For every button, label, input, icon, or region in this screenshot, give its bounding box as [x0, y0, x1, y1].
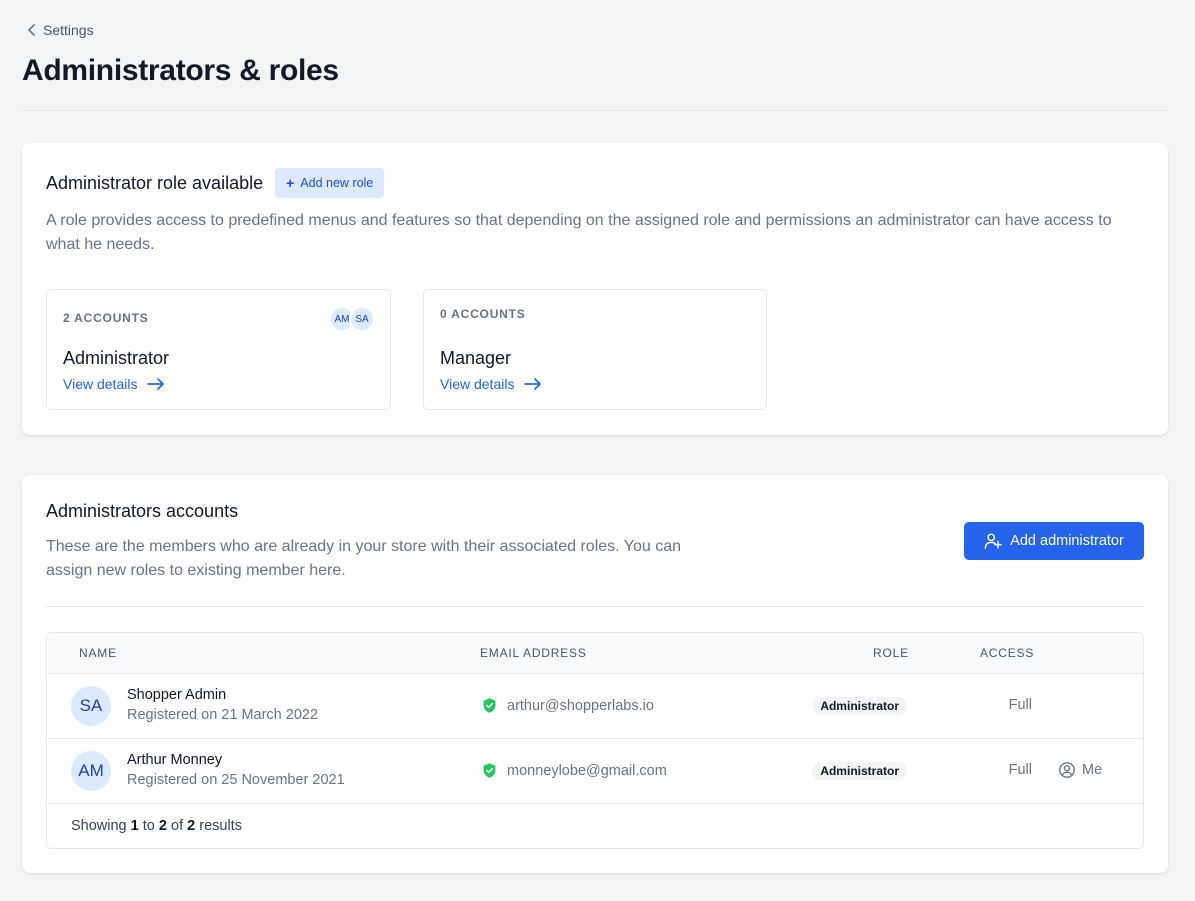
table-header: NAME EMAIL ADDRESS ROLE ACCESS — [47, 633, 1143, 674]
table-row[interactable]: SA Shopper Admin Registered on 21 March … — [47, 674, 1143, 739]
role-card-administrator: 2 ACCOUNTS AM SA Administrator View deta… — [46, 289, 391, 410]
column-header-email[interactable]: EMAIL ADDRESS — [480, 646, 587, 660]
column-header-name[interactable]: NAME — [79, 646, 117, 660]
add-administrator-button[interactable]: Add administrator — [964, 522, 1144, 560]
role-account-count: 2 ACCOUNTS — [63, 311, 149, 325]
role-avatar-group: AM SA — [329, 306, 375, 332]
view-details-link[interactable]: View details — [440, 376, 542, 392]
view-details-label: View details — [440, 376, 515, 392]
plus-icon: + — [286, 175, 295, 191]
user-circle-icon — [1059, 762, 1075, 778]
role-badge: Administrator — [812, 697, 907, 715]
user-name: Shopper Admin — [127, 687, 227, 703]
access-level: Full — [1008, 697, 1032, 713]
pagination-to-word: to — [142, 818, 155, 834]
add-new-role-label: Add new role — [300, 176, 374, 190]
user-name: Arthur Monney — [127, 752, 223, 768]
shield-check-icon — [483, 698, 496, 713]
role-badge: Administrator — [812, 762, 907, 780]
pagination-summary: Showing 1 to 2 of 2 results — [47, 804, 1143, 848]
avatar: AM — [71, 751, 111, 791]
administrators-table: NAME EMAIL ADDRESS ROLE ACCESS SA Shoppe… — [46, 632, 1144, 849]
breadcrumb-back-link[interactable]: Settings — [27, 22, 94, 38]
view-details-link[interactable]: View details — [63, 376, 165, 392]
column-header-access[interactable]: ACCESS — [980, 646, 1034, 660]
column-header-role[interactable]: ROLE — [873, 646, 909, 660]
add-new-role-button[interactable]: + Add new role — [275, 168, 385, 198]
user-email: arthur@shopperlabs.io — [507, 697, 654, 714]
administrators-description: These are the members who are already in… — [46, 538, 681, 579]
administrators-card: Administrators accounts These are the me… — [22, 475, 1168, 873]
header-divider — [22, 110, 1168, 111]
current-user-tag: Me — [1058, 761, 1102, 779]
view-details-label: View details — [63, 376, 138, 392]
email-cell: monneylobe@gmail.com — [481, 762, 667, 779]
user-email: monneylobe@gmail.com — [507, 762, 667, 779]
email-cell: arthur@shopperlabs.io — [481, 697, 654, 714]
pagination-of-word: of — [171, 818, 184, 834]
role-name: Manager — [440, 348, 512, 368]
pagination-suffix: results — [199, 818, 242, 834]
user-registered-date: Registered on 25 November 2021 — [127, 772, 345, 788]
user-registered-date: Registered on 21 March 2022 — [127, 707, 319, 723]
user-plus-icon — [984, 533, 1002, 549]
pagination-from: 1 — [130, 818, 139, 834]
section-divider — [46, 606, 1144, 607]
role-account-count: 0 ACCOUNTS — [440, 307, 526, 321]
pagination-prefix: Showing — [71, 818, 127, 834]
shield-check-icon — [483, 763, 496, 778]
roles-heading-row: Administrator role available + Add new r… — [46, 168, 385, 198]
avatar: SA — [349, 306, 375, 332]
pagination-to: 2 — [158, 818, 167, 834]
access-level: Full — [1008, 762, 1032, 778]
breadcrumb-label: Settings — [43, 22, 94, 38]
role-card-manager: 0 ACCOUNTS Manager View details — [423, 289, 767, 410]
avatar: SA — [71, 686, 111, 726]
arrow-right-icon — [147, 378, 165, 390]
table-row[interactable]: AM Arthur Monney Registered on 25 Novemb… — [47, 739, 1143, 804]
administrators-section-title: Administrators accounts — [46, 501, 239, 521]
roles-description: A role provides access to predefined men… — [46, 212, 1112, 253]
pagination-total: 2 — [187, 818, 196, 834]
page-title: Administrators & roles — [22, 54, 339, 87]
add-administrator-label: Add administrator — [1010, 533, 1124, 549]
current-user-label: Me — [1082, 762, 1103, 778]
role-name: Administrator — [63, 348, 170, 368]
page: Settings Administrators & roles Administ… — [0, 0, 1195, 901]
arrow-right-icon — [524, 378, 542, 390]
roles-section-title: Administrator role available — [46, 172, 264, 193]
chevron-left-icon — [28, 24, 35, 36]
roles-card: Administrator role available + Add new r… — [22, 143, 1168, 435]
